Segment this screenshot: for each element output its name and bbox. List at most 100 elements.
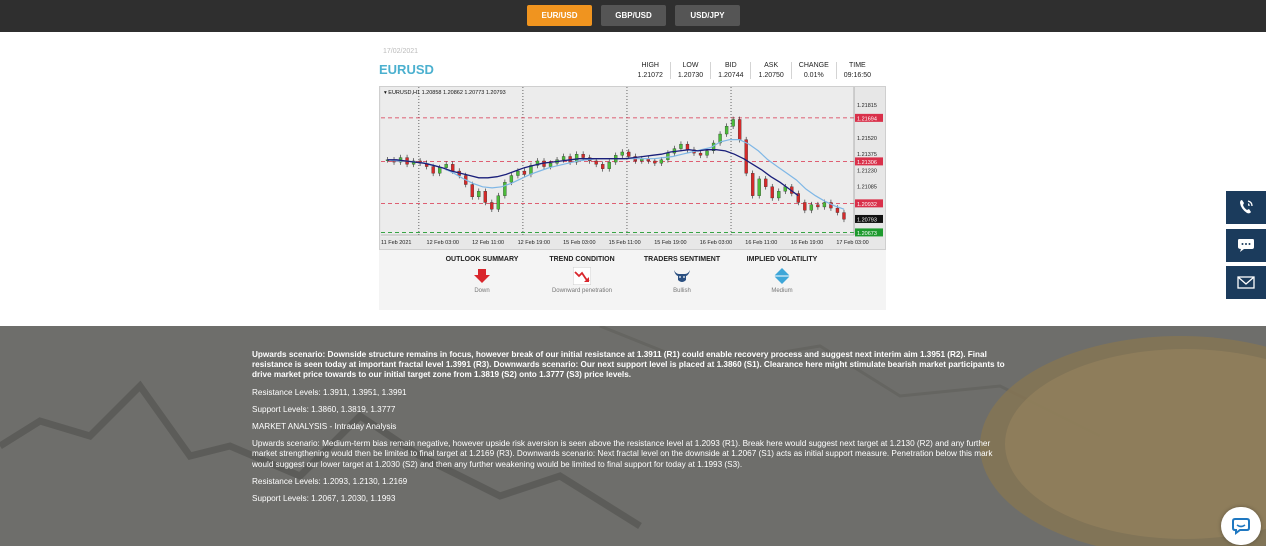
candle-body (503, 182, 507, 196)
bull-icon (674, 270, 690, 282)
indicator-value: Bullish (673, 288, 691, 294)
candle-body (548, 163, 553, 167)
red-down-arrow-icon (474, 269, 490, 283)
y-tick-label: 1.21520 (857, 136, 877, 142)
quote-value: 1.21072 (637, 72, 663, 79)
market-analysis-heading: MARKET ANALYSIS - Intraday Analysis (252, 422, 397, 432)
y-tick-label: 1.21375 (857, 152, 877, 158)
candle-body (731, 119, 735, 127)
indicator-title: TREND CONDITION (549, 256, 615, 263)
quote-value: 1.20750 (758, 72, 784, 79)
y-tick-label: 1.20793 (857, 217, 877, 223)
candle-body (581, 154, 585, 158)
price-chart: 1.21694 1.21306 1.20932 1.20673 1.21815 1.215… (379, 86, 886, 250)
quote-low: LOW 1.20730 (669, 62, 710, 79)
candle-body (601, 164, 605, 169)
indicator-value: Downward penetration (551, 288, 613, 294)
symbol-title: EURUSD (379, 62, 434, 77)
candle-body (477, 191, 481, 198)
quote-label: TIME (849, 62, 866, 69)
candle-body (705, 150, 709, 156)
indicator-trend: TREND CONDITION Downward penetration (527, 256, 637, 295)
quote-value: 09:16:50 (843, 72, 871, 79)
x-tick-label: 12 Feb 11:00 (472, 240, 504, 246)
tab-usd-jpy[interactable]: USD/JPY (675, 5, 740, 26)
resistance-levels-1: Resistance Levels: 1.3911, 1.3951, 1.399… (252, 387, 407, 397)
quote-label: BID (724, 62, 737, 69)
indicator-title: IMPLIED VOLATILITY (746, 256, 818, 263)
quote-ask: ASK 1.20750 (750, 62, 790, 79)
y-tick-label: 1.21815 (857, 103, 877, 109)
candle-body (822, 202, 827, 208)
analysis-paragraph: Upwards scenario: Downside structure rem… (252, 350, 1005, 380)
quote-high: HIGH 1.21072 (631, 62, 670, 79)
candle-body (451, 164, 455, 172)
candle-body (835, 207, 840, 213)
candle-body (438, 167, 442, 174)
level-label: 1.20932 (857, 202, 877, 208)
candle-body (496, 195, 501, 210)
quote-label: CHANGE (798, 62, 829, 69)
phone-icon (1240, 200, 1253, 214)
x-tick-label: 16 Feb 03:00 (700, 240, 732, 246)
indicator-title: TRADERS SENTIMENT (643, 256, 721, 263)
analysis-text: Upwards scenario: Downside structure rem… (252, 350, 1012, 511)
candle-body (444, 164, 448, 168)
quote-change: CHANGE 0.01% (790, 62, 836, 79)
mail-button[interactable] (1226, 266, 1266, 299)
indicator-panel: OUTLOOK SUMMARY Down TREND CONDITION Dow… (379, 250, 886, 310)
candle-body (509, 175, 514, 183)
candle-body (516, 170, 520, 176)
candle-body (777, 191, 781, 199)
indicator-volatility: IMPLIED VOLATILITY Medium (727, 256, 837, 295)
plot-area (381, 87, 854, 237)
candle-body (679, 143, 683, 149)
support-levels-2: Support Levels: 1.2067, 1.2030, 1.1993 (252, 494, 396, 504)
live-chat-button[interactable] (1221, 507, 1261, 545)
quote-widget: 17/02/2021 EURUSD HIGH 1.21072 LOW 1.207… (379, 44, 886, 310)
candlestick-chart: 1.21694 1.21306 1.20932 1.20673 1.21815 1.215… (381, 87, 883, 246)
candle-body (842, 212, 846, 220)
x-tick-label: 15 Feb 19:00 (654, 240, 686, 246)
indicator-sentiment: TRADERS SENTIMENT Bullish (627, 256, 737, 295)
chat-button[interactable] (1226, 229, 1266, 262)
indicator-value: Down (474, 288, 490, 294)
indicator-title: OUTLOOK SUMMARY (445, 256, 519, 263)
analysis-paragraph: Upwards scenario: Medium-term bias remai… (252, 439, 993, 469)
indicator-outlook: OUTLOOK SUMMARY Down (427, 256, 537, 295)
y-tick-label: 1.21230 (857, 168, 877, 174)
quote-label: LOW (682, 62, 699, 69)
quote-value: 0.01% (803, 72, 824, 79)
x-tick-label: 16 Feb 11:00 (745, 240, 777, 246)
indicator-value: Medium (771, 288, 793, 294)
candle-body (490, 202, 494, 210)
x-tick-label: 12 Feb 03:00 (427, 240, 459, 246)
candle-body (659, 159, 664, 164)
quote-bid: BID 1.20744 (710, 62, 750, 79)
candle-body (698, 152, 703, 156)
candle-body (483, 191, 487, 203)
quote-label: HIGH (641, 62, 659, 69)
quote-time: TIME 09:16:50 (835, 62, 878, 79)
tab-gbp-usd[interactable]: GBP/USD (601, 5, 666, 26)
chart-header: ▾ EURUSD,H1 1.20858 1.20862 1.20773 1.20… (384, 90, 506, 96)
level-label: 1.21694 (857, 116, 877, 122)
candle-body (764, 178, 768, 187)
quote-value: 1.20744 (718, 72, 744, 79)
x-tick-label: 15 Feb 03:00 (563, 240, 595, 246)
y-tick-label: 1.21085 (857, 185, 877, 191)
candle-body (607, 161, 611, 169)
candle-body (685, 143, 690, 150)
speech-bubble-icon (1232, 518, 1250, 535)
tab-eur-usd[interactable]: EUR/USD (527, 5, 592, 26)
phone-button[interactable] (1226, 191, 1266, 224)
quote-stats: HIGH 1.21072 LOW 1.20730 BID 1.20744 ASK… (631, 62, 878, 79)
level-label: 1.21306 (857, 160, 877, 166)
currency-tab-bar: EUR/USD GBP/USD USD/JPY (0, 0, 1266, 32)
x-tick-label: 12 Feb 19:00 (518, 240, 550, 246)
candle-body (803, 202, 807, 211)
level-label: 1.20673 (857, 231, 877, 237)
candle-body (594, 160, 598, 165)
candle-body (653, 160, 657, 164)
x-tick-label: 15 Feb 11:00 (609, 240, 641, 246)
